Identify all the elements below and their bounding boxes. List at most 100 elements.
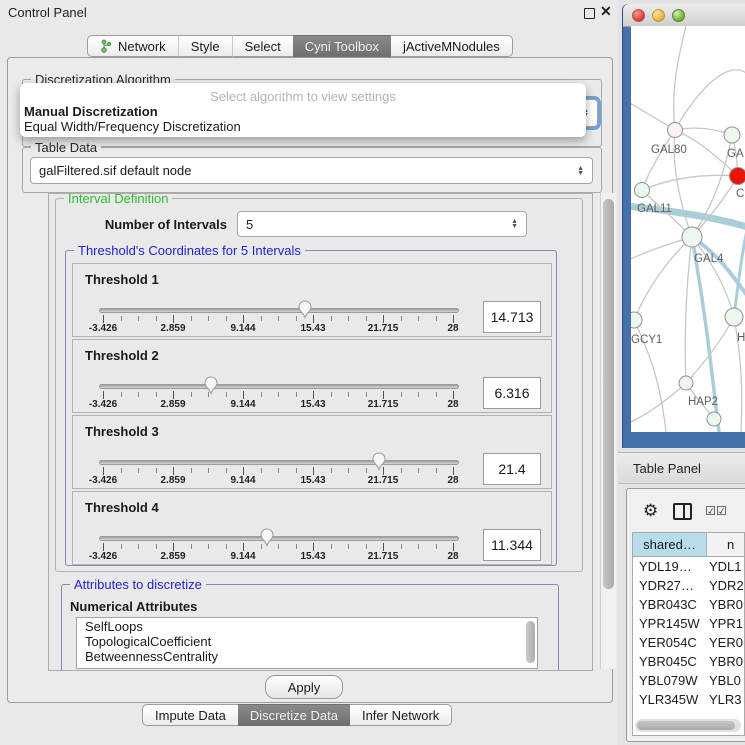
close-icon[interactable]: ✕: [600, 3, 612, 20]
slider-tick: [366, 544, 367, 549]
slider-tick-label: 28: [423, 399, 483, 410]
slider-track[interactable]: [99, 384, 459, 389]
slider-tick-label: 21.715: [353, 551, 413, 562]
threshold-value-field[interactable]: 11.344: [483, 529, 541, 561]
slider-thumb-icon[interactable]: [203, 375, 219, 395]
table-row[interactable]: YIL052CYIL0: [633, 709, 744, 713]
slider-tick: [313, 391, 314, 399]
slider-tick-label: 28: [423, 323, 483, 334]
apply-button[interactable]: Apply: [265, 675, 343, 699]
slider-track[interactable]: [99, 308, 459, 313]
network-node-GCY1[interactable]: [631, 312, 642, 328]
network-icon: [100, 39, 112, 53]
table-data-combobox[interactable]: galFiltered.sif default node ▲▼: [30, 157, 593, 184]
network-node-label: GA: [727, 148, 744, 160]
slider-thumb-icon[interactable]: [259, 527, 275, 547]
table-hscrollbar-thumb[interactable]: [637, 721, 735, 730]
float-window-icon[interactable]: [584, 8, 595, 19]
tab-network[interactable]: Network: [87, 35, 178, 57]
slider-tick: [453, 543, 454, 551]
numerical-attributes-label: Numerical Attributes: [70, 599, 197, 614]
tab-jactivemnodules[interactable]: jActiveMNodules: [391, 35, 513, 57]
network-node-GAL11[interactable]: [635, 183, 650, 198]
slider-tick: [208, 392, 209, 397]
tab-style[interactable]: Style: [178, 35, 232, 57]
table-row[interactable]: YLR345WYLR3: [633, 690, 744, 709]
table-hscrollbar[interactable]: [635, 719, 741, 732]
slider-tick: [383, 315, 384, 323]
network-node-GAL80[interactable]: [668, 123, 683, 138]
select-checkboxes-icon[interactable]: ☑☑: [705, 504, 727, 518]
window-title: Control Panel: [8, 5, 87, 20]
close-traffic-light-icon[interactable]: [632, 9, 645, 22]
minimize-traffic-light-icon[interactable]: [652, 9, 665, 22]
columns-icon[interactable]: [673, 503, 692, 520]
threshold-value-field[interactable]: 6.316: [483, 377, 541, 409]
column-header-shared-name[interactable]: shared…: [633, 533, 707, 556]
interval-definition-title: Interval Definition: [64, 193, 172, 206]
main-scrollbar-thumb[interactable]: [603, 199, 614, 589]
screen: Control Panel ✕ Network Style Select Cyn…: [0, 0, 745, 745]
slider-tick: [243, 467, 244, 475]
network-edge[interactable]: [634, 237, 692, 320]
network-edge[interactable]: [675, 70, 745, 130]
gear-icon[interactable]: ⚙: [643, 501, 658, 521]
table-row[interactable]: YDL19…YDL1: [633, 557, 744, 576]
dropdown-option-manual-discretization[interactable]: Manual Discretization: [24, 104, 158, 119]
network-edge[interactable]: [642, 175, 738, 190]
table-row[interactable]: YER054CYER0: [633, 633, 744, 652]
dropdown-option-equal-width-frequency[interactable]: Equal Width/Frequency Discretization: [24, 119, 241, 134]
slider-tick: [296, 544, 297, 549]
tab-select[interactable]: Select: [232, 35, 293, 57]
threshold-value-field[interactable]: 21.4: [483, 453, 541, 485]
table-row[interactable]: YBR043CYBR0: [633, 595, 744, 614]
slider-thumb-icon[interactable]: [371, 451, 387, 471]
attribute-list-item[interactable]: SelfLoops: [77, 618, 537, 633]
network-node-GAL4[interactable]: [682, 227, 702, 247]
tab-impute-data[interactable]: Impute Data: [142, 704, 238, 726]
attributes-group: Attributes to discretize Numerical Attri…: [61, 584, 559, 671]
tab-cyni-toolbox[interactable]: Cyni Toolbox: [293, 35, 391, 57]
slider-track[interactable]: [99, 460, 459, 465]
network-node-HAP2[interactable]: [679, 376, 693, 390]
network-node-node-H[interactable]: [725, 308, 743, 326]
table-row[interactable]: YBL079WYBL0: [633, 671, 744, 690]
network-node-node-top-right[interactable]: [724, 127, 740, 143]
attribute-list-item[interactable]: BetweennessCentrality: [77, 648, 537, 663]
slider-tick: [436, 316, 437, 321]
list-scrollbar[interactable]: [526, 621, 535, 663]
main-scrollbar[interactable]: [600, 193, 616, 669]
slider-tick-label: 2.859: [143, 475, 203, 486]
slider-tick-label: 9.144: [213, 475, 273, 486]
slider-tick: [331, 544, 332, 549]
tab-discretize-data[interactable]: Discretize Data: [238, 704, 350, 726]
network-edge[interactable]: [685, 237, 692, 383]
slider-tick-label: 28: [423, 551, 483, 562]
slider-tick: [296, 468, 297, 473]
zoom-traffic-light-icon[interactable]: [672, 9, 685, 22]
network-node-node-bottom[interactable]: [707, 412, 721, 426]
table-row[interactable]: YBR045CYBR0: [633, 652, 744, 671]
numerical-attributes-list[interactable]: SelfLoopsTopologicalCoefficientBetweenne…: [76, 617, 538, 669]
column-header-name[interactable]: n: [707, 533, 744, 556]
network-node-node-red[interactable]: [730, 168, 745, 185]
network-node-label: GAL11: [637, 203, 672, 215]
network-edge[interactable]: [692, 176, 738, 237]
tab-infer-network[interactable]: Infer Network: [350, 704, 452, 726]
network-canvas[interactable]: GAL80GACGAL11GAL4GCY1HHAP2: [631, 26, 745, 432]
slider-track[interactable]: [99, 536, 459, 541]
slider-tick: [156, 544, 157, 549]
threshold-value-field[interactable]: 14.713: [483, 301, 541, 333]
control-panel-tabbar: Network Style Select Cyni Toolbox jActiv…: [87, 35, 513, 57]
slider-tick-label: 15.43: [283, 323, 343, 334]
slider-tick: [156, 468, 157, 473]
slider-tick-label: 2.859: [143, 551, 203, 562]
number-of-intervals-combobox[interactable]: 5 ▲▼: [237, 211, 527, 237]
slider-tick: [348, 392, 349, 397]
table-row[interactable]: YDR27…YDR2: [633, 576, 744, 595]
network-edge[interactable]: [734, 221, 745, 317]
attribute-list-item[interactable]: TopologicalCoefficient: [77, 633, 537, 648]
table-row[interactable]: YPR145WYPR1: [633, 614, 744, 633]
slider-tick: [261, 392, 262, 397]
slider-thumb-icon[interactable]: [297, 299, 313, 319]
